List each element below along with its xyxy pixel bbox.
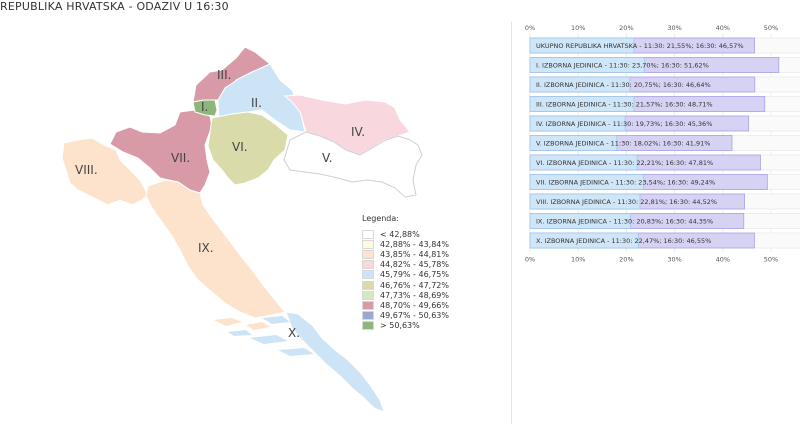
- region-label: IX.: [198, 241, 214, 255]
- legend-item: 42,88% - 43,84%: [362, 239, 449, 249]
- x-tick-label: 50%: [764, 24, 778, 32]
- bar-label: V. IZBORNA JEDINICA - 11:30: 18,02%; 16:…: [536, 140, 710, 148]
- legend-item: 43,85% - 44,81%: [362, 249, 449, 259]
- legend-item: 46,76% - 47,72%: [362, 280, 449, 290]
- region-label: V.: [322, 151, 332, 165]
- x-tick-label: 0%: [525, 256, 535, 264]
- legend-item: 45,79% - 46,75%: [362, 270, 449, 280]
- legend-label: 49,67% - 50,63%: [380, 311, 449, 321]
- bar-label: I. IZBORNA JEDINICA - 11:30: 23,70%; 16:…: [536, 62, 709, 70]
- island-ix: [246, 322, 270, 330]
- legend-label: < 42,88%: [380, 229, 420, 239]
- region-label: X.: [288, 326, 300, 340]
- legend-label: 46,76% - 47,72%: [380, 280, 449, 290]
- legend-item: 44,82% - 45,78%: [362, 260, 449, 270]
- region-ix[interactable]: [145, 179, 286, 319]
- legend-title: Legenda:: [362, 214, 399, 223]
- x-tick-label: 10%: [571, 256, 585, 264]
- legend-label: 42,88% - 43,84%: [380, 239, 449, 249]
- x-tick-label: 0%: [525, 24, 535, 32]
- x-tick-label: 40%: [716, 24, 730, 32]
- legend-label: 43,85% - 44,81%: [380, 249, 449, 259]
- region-label: IV.: [351, 125, 365, 139]
- legend-swatch: [362, 300, 374, 310]
- x-tick-label: 20%: [619, 256, 633, 264]
- legend-item: 49,67% - 50,63%: [362, 311, 449, 321]
- x-tick-label: 50%: [764, 256, 778, 264]
- region-label: VIII.: [75, 163, 98, 177]
- legend-item: > 50,63%: [362, 321, 449, 331]
- bar-label: II. IZBORNA JEDINICA - 11:30: 20,75%; 16…: [536, 81, 711, 89]
- island-x: [262, 316, 290, 324]
- bar-label: VIII. IZBORNA JEDINICA - 11:30: 22,81%; …: [536, 198, 717, 206]
- region-vi[interactable]: [207, 111, 289, 186]
- bar-label: III. IZBORNA JEDINICA - 11:30: 21,57%; 1…: [536, 101, 713, 109]
- legend-swatch: [362, 290, 374, 300]
- bar-label: VI. IZBORNA JEDINICA - 11:30: 22,21%; 16…: [536, 159, 713, 167]
- island-x: [278, 348, 314, 356]
- legend-swatch: [362, 321, 374, 331]
- legend-swatch: [362, 260, 374, 270]
- legend-label: > 50,63%: [380, 321, 420, 331]
- legend-item: < 42,88%: [362, 229, 449, 239]
- region-label: VI.: [232, 140, 248, 154]
- region-label: I.: [201, 100, 208, 114]
- bar-label: IV. IZBORNA JEDINICA - 11:30: 19,73%; 16…: [536, 120, 712, 128]
- legend-swatch: [362, 280, 374, 290]
- legend-item: 48,70% - 49,66%: [362, 300, 449, 310]
- legend-label: 44,82% - 45,78%: [380, 260, 449, 270]
- island-x: [250, 335, 288, 344]
- region-label: III.: [217, 68, 231, 82]
- island-x: [228, 330, 252, 336]
- legend-swatch: [362, 249, 374, 259]
- legend-swatch: [362, 311, 374, 321]
- bar-label: IX. IZBORNA JEDINICA - 11:30: 20,83%; 16…: [536, 218, 713, 226]
- region-label: VII.: [171, 151, 190, 165]
- x-tick-label: 30%: [667, 24, 681, 32]
- x-tick-label: 40%: [716, 256, 730, 264]
- legend-swatch: [362, 229, 374, 239]
- x-tick-label: 20%: [619, 24, 633, 32]
- legend-swatch: [362, 239, 374, 249]
- panel-divider: [511, 22, 512, 424]
- legend-swatch: [362, 270, 374, 280]
- region-label: II.: [251, 96, 262, 110]
- legend-label: 45,79% - 46,75%: [380, 270, 449, 280]
- bar-label: X. IZBORNA JEDINICA - 11:30: 22,47%; 16:…: [536, 237, 711, 245]
- legend-item: 47,73% - 48,69%: [362, 290, 449, 300]
- legend-label: 48,70% - 49,66%: [380, 300, 449, 310]
- bar-label: VII. IZBORNA JEDINICA - 11:30: 23,54%; 1…: [536, 179, 715, 187]
- page-title: REPUBLIKA HRVATSKA - ODAZIV U 16:30: [0, 0, 229, 13]
- x-tick-label: 10%: [571, 24, 585, 32]
- turnout-bar-chart: 0% 0% 10% 10% 20% 20% 30% 30% 40% 40% 50% 50% UKUPNO…: [525, 24, 800, 264]
- x-tick-label: 30%: [667, 256, 681, 264]
- map-legend: Legenda: < 42,88% 42,88% - 43,84% 43,85%…: [362, 214, 449, 331]
- legend-label: 47,73% - 48,69%: [380, 290, 449, 300]
- island-ix: [214, 318, 242, 326]
- bar-label: UKUPNO REPUBLIKA HRVATSKA - 11:30: 21,55…: [536, 42, 744, 50]
